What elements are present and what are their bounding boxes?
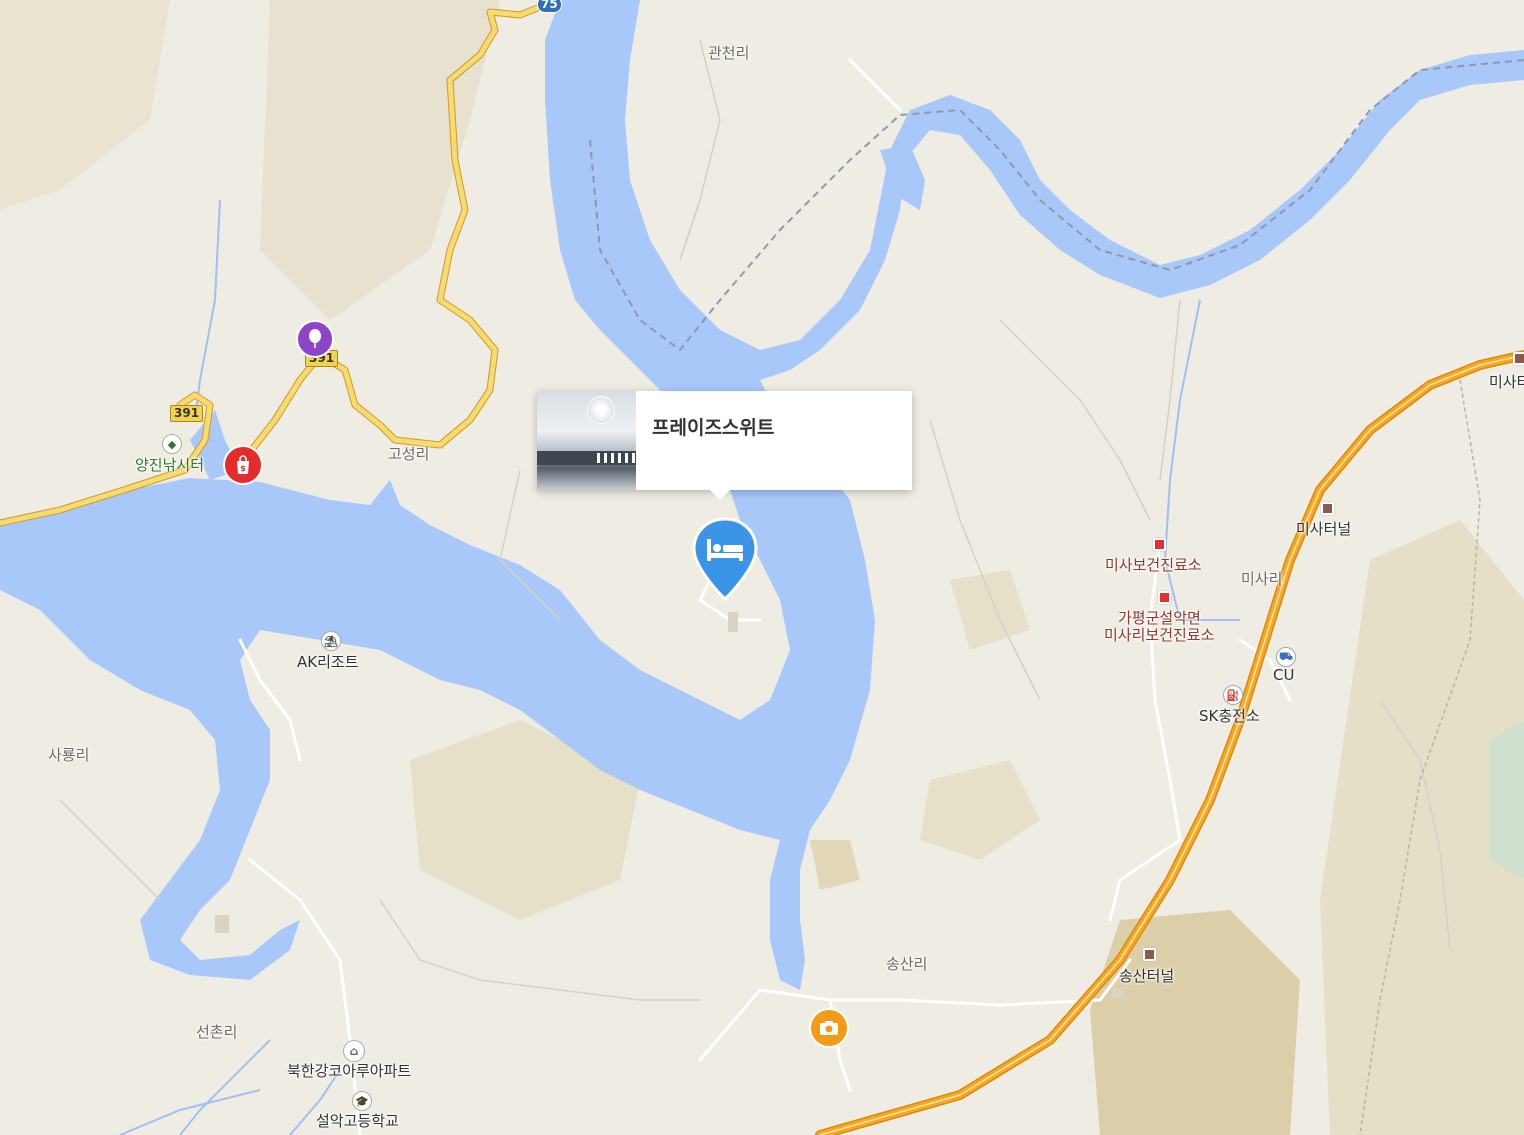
shopping-bag-icon[interactable]: $ bbox=[223, 445, 263, 485]
place-title[interactable]: 프레이즈스위트 bbox=[636, 391, 774, 490]
poi-label[interactable]: 미사보건진료소 bbox=[1105, 554, 1202, 575]
clinic-icon[interactable] bbox=[1153, 538, 1166, 551]
fishing-icon[interactable]: ◆ bbox=[162, 434, 182, 454]
bed-icon[interactable] bbox=[692, 517, 758, 601]
fuel-station-icon[interactable]: ⛽ bbox=[1223, 685, 1243, 705]
tunnel-icon[interactable] bbox=[1321, 502, 1334, 515]
clinic-icon[interactable] bbox=[1158, 591, 1171, 604]
place-label[interactable]: 사룡리 bbox=[48, 744, 89, 765]
convenience-store-icon[interactable]: ⛟ bbox=[1276, 647, 1296, 667]
poi-label[interactable]: 양진낚시터 bbox=[135, 454, 204, 475]
school-icon[interactable]: 🎓 bbox=[352, 1091, 372, 1111]
route-391-shield: 391 bbox=[170, 405, 204, 422]
poi-label[interactable]: 송산터널 bbox=[1119, 965, 1174, 986]
place-thumbnail[interactable] bbox=[537, 391, 636, 490]
apartment-icon[interactable]: ⌂ bbox=[343, 1040, 365, 1062]
poi-label[interactable]: AK리조트 bbox=[297, 651, 359, 672]
place-label[interactable]: 관천리 bbox=[708, 42, 749, 63]
tunnel-icon[interactable] bbox=[1143, 948, 1156, 961]
popup-pointer bbox=[709, 489, 731, 500]
svg-text:$: $ bbox=[240, 464, 246, 473]
poi-label[interactable]: CU bbox=[1273, 666, 1294, 684]
route-75-shield: 75 bbox=[537, 0, 562, 13]
balloon-icon[interactable] bbox=[296, 320, 334, 358]
map-canvas[interactable]: 391 391 75 관천리 고성리 양진낚시터 AK리조트 사룡리 선촌리 북… bbox=[0, 0, 1524, 1135]
place-label[interactable]: 미사리 bbox=[1241, 568, 1282, 589]
poi-label[interactable]: 미사터널 bbox=[1296, 518, 1351, 539]
poi-label[interactable]: 미사터 bbox=[1489, 371, 1524, 392]
place-label[interactable]: 선촌리 bbox=[196, 1021, 237, 1042]
poi-label[interactable]: 설악고등학교 bbox=[316, 1110, 399, 1131]
map-base bbox=[0, 0, 1524, 1135]
resort-icon[interactable]: ⛱ bbox=[321, 631, 341, 651]
place-label[interactable]: 송산리 bbox=[886, 953, 927, 974]
place-info-popup[interactable]: 프레이즈스위트 bbox=[537, 391, 912, 500]
poi-label[interactable]: 미사리보건진료소 bbox=[1104, 624, 1214, 645]
camera-icon[interactable] bbox=[809, 1008, 849, 1048]
poi-label[interactable]: SK충전소 bbox=[1199, 705, 1260, 726]
poi-label[interactable]: 북한강코아루아파트 bbox=[287, 1060, 411, 1081]
tunnel-icon[interactable] bbox=[1513, 352, 1524, 365]
place-label[interactable]: 고성리 bbox=[388, 443, 429, 464]
